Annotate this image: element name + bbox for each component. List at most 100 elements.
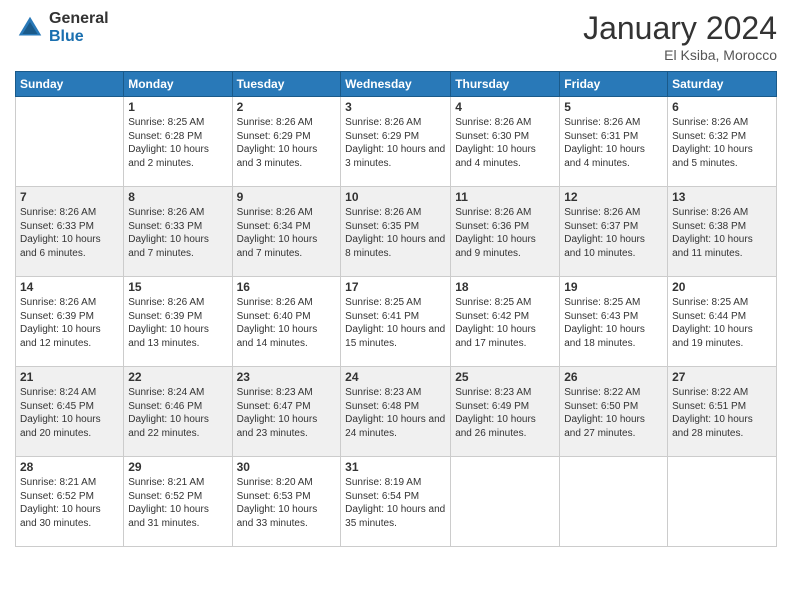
calendar-cell: 23 Sunrise: 8:23 AMSunset: 6:47 PMDayligh… (232, 367, 341, 457)
col-friday: Friday (560, 72, 668, 97)
calendar-cell: 6 Sunrise: 8:26 AMSunset: 6:32 PMDaylight… (668, 97, 777, 187)
day-number: 13 (672, 190, 772, 204)
day-info: Sunrise: 8:23 AMSunset: 6:47 PMDaylight:… (237, 386, 337, 440)
day-info: Sunrise: 8:26 AMSunset: 6:36 PMDaylight:… (455, 206, 555, 260)
day-info: Sunrise: 8:21 AMSunset: 6:52 PMDaylight:… (20, 476, 119, 530)
day-number: 20 (672, 280, 772, 294)
calendar-cell: 24Sunrise: 8:23 AMSunset: 6:48 PMDayligh… (341, 367, 451, 457)
day-number: 16 (237, 280, 337, 294)
col-thursday: Thursday (451, 72, 560, 97)
day-number: 29 (128, 460, 227, 474)
calendar-cell: 29 Sunrise: 8:21 AMSunset: 6:52 PMDayligh… (124, 457, 232, 547)
day-number: 31 (345, 460, 446, 474)
day-info: Sunrise: 8:24 AMSunset: 6:46 PMDaylight:… (128, 386, 227, 440)
day-number: 22 (128, 370, 227, 384)
calendar-table: Sunday Monday Tuesday Wednesday Thursday… (15, 71, 777, 547)
col-saturday: Saturday (668, 72, 777, 97)
calendar-cell: 26 Sunrise: 8:22 AMSunset: 6:50 PMDayligh… (560, 367, 668, 457)
title-block: January 2024 El Ksiba, Morocco (583, 10, 777, 63)
week-row-4: 21 Sunrise: 8:24 AMSunset: 6:45 PMDayligh… (16, 367, 777, 457)
calendar-cell: 14 Sunrise: 8:26 AMSunset: 6:39 PMDayligh… (16, 277, 124, 367)
day-number: 1 (128, 100, 227, 114)
day-info: Sunrise: 8:19 AMSunset: 6:54 PMDaylight:… (345, 476, 446, 530)
calendar-cell: 22 Sunrise: 8:24 AMSunset: 6:46 PMDayligh… (124, 367, 232, 457)
logo: General Blue (15, 10, 109, 45)
day-number: 12 (564, 190, 663, 204)
logo-general: General (49, 10, 109, 28)
logo-blue: Blue (49, 28, 109, 46)
day-info: Sunrise: 8:26 AMSunset: 6:35 PMDaylight:… (345, 206, 446, 260)
calendar-cell: 3 Sunrise: 8:26 AMSunset: 6:29 PMDaylight… (341, 97, 451, 187)
day-info: Sunrise: 8:26 AMSunset: 6:39 PMDaylight:… (128, 296, 227, 350)
day-number: 11 (455, 190, 555, 204)
day-info: Sunrise: 8:26 AMSunset: 6:32 PMDaylight:… (672, 116, 772, 170)
day-info: Sunrise: 8:22 AMSunset: 6:50 PMDaylight:… (564, 386, 663, 440)
month-title: January 2024 (583, 10, 777, 47)
week-row-1: 1 Sunrise: 8:25 AMSunset: 6:28 PMDaylight… (16, 97, 777, 187)
calendar-cell: 20 Sunrise: 8:25 AMSunset: 6:44 PMDayligh… (668, 277, 777, 367)
logo-text: General Blue (49, 10, 109, 45)
day-number: 26 (564, 370, 663, 384)
day-number: 6 (672, 100, 772, 114)
day-info: Sunrise: 8:25 AMSunset: 6:41 PMDaylight:… (345, 296, 446, 350)
day-info: Sunrise: 8:26 AMSunset: 6:33 PMDaylight:… (20, 206, 119, 260)
col-tuesday: Tuesday (232, 72, 341, 97)
day-number: 30 (237, 460, 337, 474)
day-number: 14 (20, 280, 119, 294)
day-number: 10 (345, 190, 446, 204)
day-number: 17 (345, 280, 446, 294)
calendar-cell: 2 Sunrise: 8:26 AMSunset: 6:29 PMDaylight… (232, 97, 341, 187)
day-number: 8 (128, 190, 227, 204)
day-info: Sunrise: 8:25 AMSunset: 6:43 PMDaylight:… (564, 296, 663, 350)
day-info: Sunrise: 8:26 AMSunset: 6:31 PMDaylight:… (564, 116, 663, 170)
day-info: Sunrise: 8:26 AMSunset: 6:38 PMDaylight:… (672, 206, 772, 260)
page-header: General Blue January 2024 El Ksiba, Moro… (15, 10, 777, 63)
calendar-cell (16, 97, 124, 187)
calendar-cell: 8Sunrise: 8:26 AMSunset: 6:33 PMDaylight… (124, 187, 232, 277)
week-row-5: 28Sunrise: 8:21 AMSunset: 6:52 PMDayligh… (16, 457, 777, 547)
calendar-cell: 15Sunrise: 8:26 AMSunset: 6:39 PMDayligh… (124, 277, 232, 367)
calendar-cell (451, 457, 560, 547)
day-info: Sunrise: 8:21 AMSunset: 6:52 PMDaylight:… (128, 476, 227, 530)
day-info: Sunrise: 8:26 AMSunset: 6:29 PMDaylight:… (345, 116, 446, 170)
header-row: Sunday Monday Tuesday Wednesday Thursday… (16, 72, 777, 97)
day-number: 9 (237, 190, 337, 204)
calendar-cell: 28Sunrise: 8:21 AMSunset: 6:52 PMDayligh… (16, 457, 124, 547)
day-number: 19 (564, 280, 663, 294)
day-number: 3 (345, 100, 446, 114)
day-info: Sunrise: 8:25 AMSunset: 6:28 PMDaylight:… (128, 116, 227, 170)
day-info: Sunrise: 8:26 AMSunset: 6:37 PMDaylight:… (564, 206, 663, 260)
col-sunday: Sunday (16, 72, 124, 97)
week-row-3: 14 Sunrise: 8:26 AMSunset: 6:39 PMDayligh… (16, 277, 777, 367)
day-info: Sunrise: 8:26 AMSunset: 6:40 PMDaylight:… (237, 296, 337, 350)
calendar-cell: 19 Sunrise: 8:25 AMSunset: 6:43 PMDayligh… (560, 277, 668, 367)
day-number: 25 (455, 370, 555, 384)
day-number: 2 (237, 100, 337, 114)
day-info: Sunrise: 8:20 AMSunset: 6:53 PMDaylight:… (237, 476, 337, 530)
calendar-body: 1 Sunrise: 8:25 AMSunset: 6:28 PMDaylight… (16, 97, 777, 547)
day-number: 21 (20, 370, 119, 384)
calendar-cell: 1 Sunrise: 8:25 AMSunset: 6:28 PMDaylight… (124, 97, 232, 187)
calendar-cell: 25Sunrise: 8:23 AMSunset: 6:49 PMDayligh… (451, 367, 560, 457)
day-number: 23 (237, 370, 337, 384)
day-info: Sunrise: 8:23 AMSunset: 6:48 PMDaylight:… (345, 386, 446, 440)
calendar-header: Sunday Monday Tuesday Wednesday Thursday… (16, 72, 777, 97)
day-info: Sunrise: 8:26 AMSunset: 6:29 PMDaylight:… (237, 116, 337, 170)
calendar-cell: 18Sunrise: 8:25 AMSunset: 6:42 PMDayligh… (451, 277, 560, 367)
calendar-cell: 21 Sunrise: 8:24 AMSunset: 6:45 PMDayligh… (16, 367, 124, 457)
day-number: 18 (455, 280, 555, 294)
page-container: General Blue January 2024 El Ksiba, Moro… (0, 0, 792, 612)
calendar-cell: 31 Sunrise: 8:19 AMSunset: 6:54 PMDayligh… (341, 457, 451, 547)
day-info: Sunrise: 8:25 AMSunset: 6:44 PMDaylight:… (672, 296, 772, 350)
day-info: Sunrise: 8:24 AMSunset: 6:45 PMDaylight:… (20, 386, 119, 440)
logo-icon (15, 13, 45, 43)
week-row-2: 7 Sunrise: 8:26 AMSunset: 6:33 PMDaylight… (16, 187, 777, 277)
calendar-cell: 30 Sunrise: 8:20 AMSunset: 6:53 PMDayligh… (232, 457, 341, 547)
day-number: 7 (20, 190, 119, 204)
calendar-cell: 16 Sunrise: 8:26 AMSunset: 6:40 PMDayligh… (232, 277, 341, 367)
day-info: Sunrise: 8:26 AMSunset: 6:39 PMDaylight:… (20, 296, 119, 350)
col-monday: Monday (124, 72, 232, 97)
calendar-cell: 12 Sunrise: 8:26 AMSunset: 6:37 PMDayligh… (560, 187, 668, 277)
calendar-cell: 10 Sunrise: 8:26 AMSunset: 6:35 PMDayligh… (341, 187, 451, 277)
location: El Ksiba, Morocco (583, 47, 777, 63)
